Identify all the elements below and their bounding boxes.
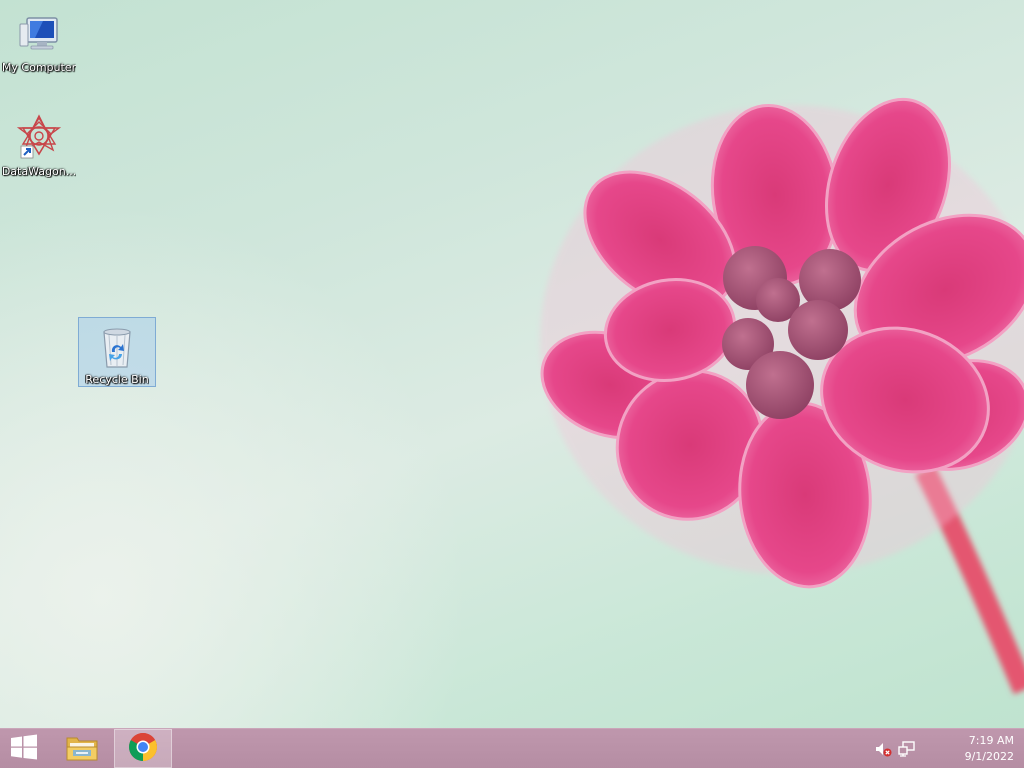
desktop-icon-label: DataWagon... [1, 165, 77, 178]
clock-date: 9/1/2022 [964, 750, 1014, 763]
windows-logo-icon [10, 734, 38, 764]
clock-time: 7:19 AM [968, 734, 1014, 747]
chrome-icon [128, 732, 158, 766]
system-tray: 7:19 AM 9/1/2022 [854, 729, 1024, 768]
desktop-icon-label: Recycle Bin [85, 373, 149, 386]
speaker-muted-icon[interactable] [874, 741, 892, 757]
taskbar-clock[interactable]: 7:19 AM 9/1/2022 [944, 733, 1014, 765]
folder-icon [65, 732, 99, 766]
network-icon[interactable] [898, 741, 916, 757]
file-explorer-taskbar-button[interactable] [56, 729, 108, 768]
desktop-icon-datawagon[interactable]: DataWagon... [0, 110, 78, 178]
recycle-bin-icon [93, 322, 141, 370]
desktop-icon-my-computer[interactable]: My Computer [0, 6, 78, 74]
start-button[interactable] [0, 729, 48, 768]
desktop[interactable]: My Computer DataWagon... Recycle Bin [0, 0, 1024, 728]
chrome-taskbar-button[interactable] [114, 729, 172, 768]
desktop-icon-recycle-bin[interactable]: Recycle Bin [78, 317, 156, 387]
desktop-icon-label: My Computer [1, 61, 77, 74]
taskbar: 7:19 AM 9/1/2022 [0, 728, 1024, 768]
datawagon-shortcut-icon [15, 114, 63, 162]
computer-icon [15, 10, 63, 58]
